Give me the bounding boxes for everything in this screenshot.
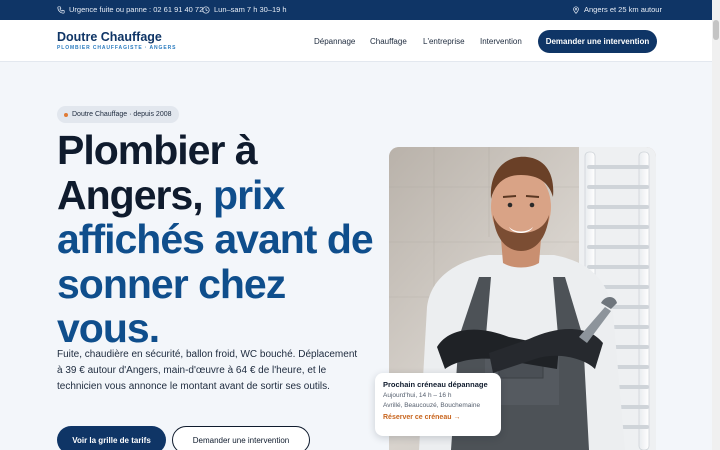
top-info-bar: Urgence fuite ou panne : 02 61 91 40 72 …: [0, 0, 720, 20]
nav-link-entreprise[interactable]: L'entreprise: [423, 37, 465, 46]
hero-title-line-2: Angers,: [57, 171, 214, 218]
nav-link-depannage[interactable]: Dépannage: [314, 37, 355, 46]
scrollbar-thumb[interactable]: [713, 20, 719, 40]
badge-dot-icon: [64, 112, 68, 117]
clock-icon: [202, 5, 210, 14]
emergency-phone[interactable]: Urgence fuite ou panne : 02 61 91 40 72: [57, 5, 203, 14]
logo-subtitle: PLOMBIER CHAUFFAGISTE · ANGERS: [57, 45, 177, 51]
emergency-phone-text: Urgence fuite ou panne : 02 61 91 40 72: [69, 5, 204, 14]
opening-hours-text: Lun–sam 7 h 30–19 h: [214, 5, 287, 14]
service-area-text: Angers et 25 km autour: [584, 5, 662, 14]
site-header: Doutre Chauffage PLOMBIER CHAUFFAGISTE ·…: [0, 20, 712, 62]
page-scrollbar[interactable]: [712, 0, 720, 450]
hero-title-line-1: Plombier à: [57, 127, 258, 173]
phone-icon: [57, 5, 65, 14]
see-prices-button[interactable]: Voir la grille de tarifs: [57, 426, 166, 450]
header-cta-button[interactable]: Demander une intervention: [538, 30, 657, 53]
since-badge: Doutre Chauffage · depuis 2008: [57, 106, 179, 123]
next-slot-card: Prochain créneau dépannage Aujourd'hui, …: [375, 373, 501, 436]
location-pin-icon: [572, 5, 580, 14]
badge-text: Doutre Chauffage · depuis 2008: [72, 111, 172, 118]
book-slot-link[interactable]: Réserver ce créneau →: [383, 414, 493, 421]
hero-lead-text: Fuite, chaudière en sécurité, ballon fro…: [57, 349, 358, 392]
service-area: Angers et 25 km autour: [572, 5, 662, 14]
next-slot-time: Aujourd'hui, 14 h – 16 h: [383, 392, 452, 399]
nav-link-intervention[interactable]: Intervention: [480, 37, 522, 46]
next-slot-places: Avrillé, Beaucouzé, Bouchemaine: [383, 402, 481, 409]
request-intervention-button[interactable]: Demander une intervention: [172, 426, 310, 450]
next-slot-title: Prochain créneau dépannage: [383, 380, 488, 389]
logo-title[interactable]: Doutre Chauffage: [57, 30, 162, 44]
opening-hours: Lun–sam 7 h 30–19 h: [202, 5, 287, 14]
hero-title: Plombier à Angers, prix affichés avant d…: [57, 128, 387, 351]
nav-link-chauffage[interactable]: Chauffage: [370, 37, 407, 46]
